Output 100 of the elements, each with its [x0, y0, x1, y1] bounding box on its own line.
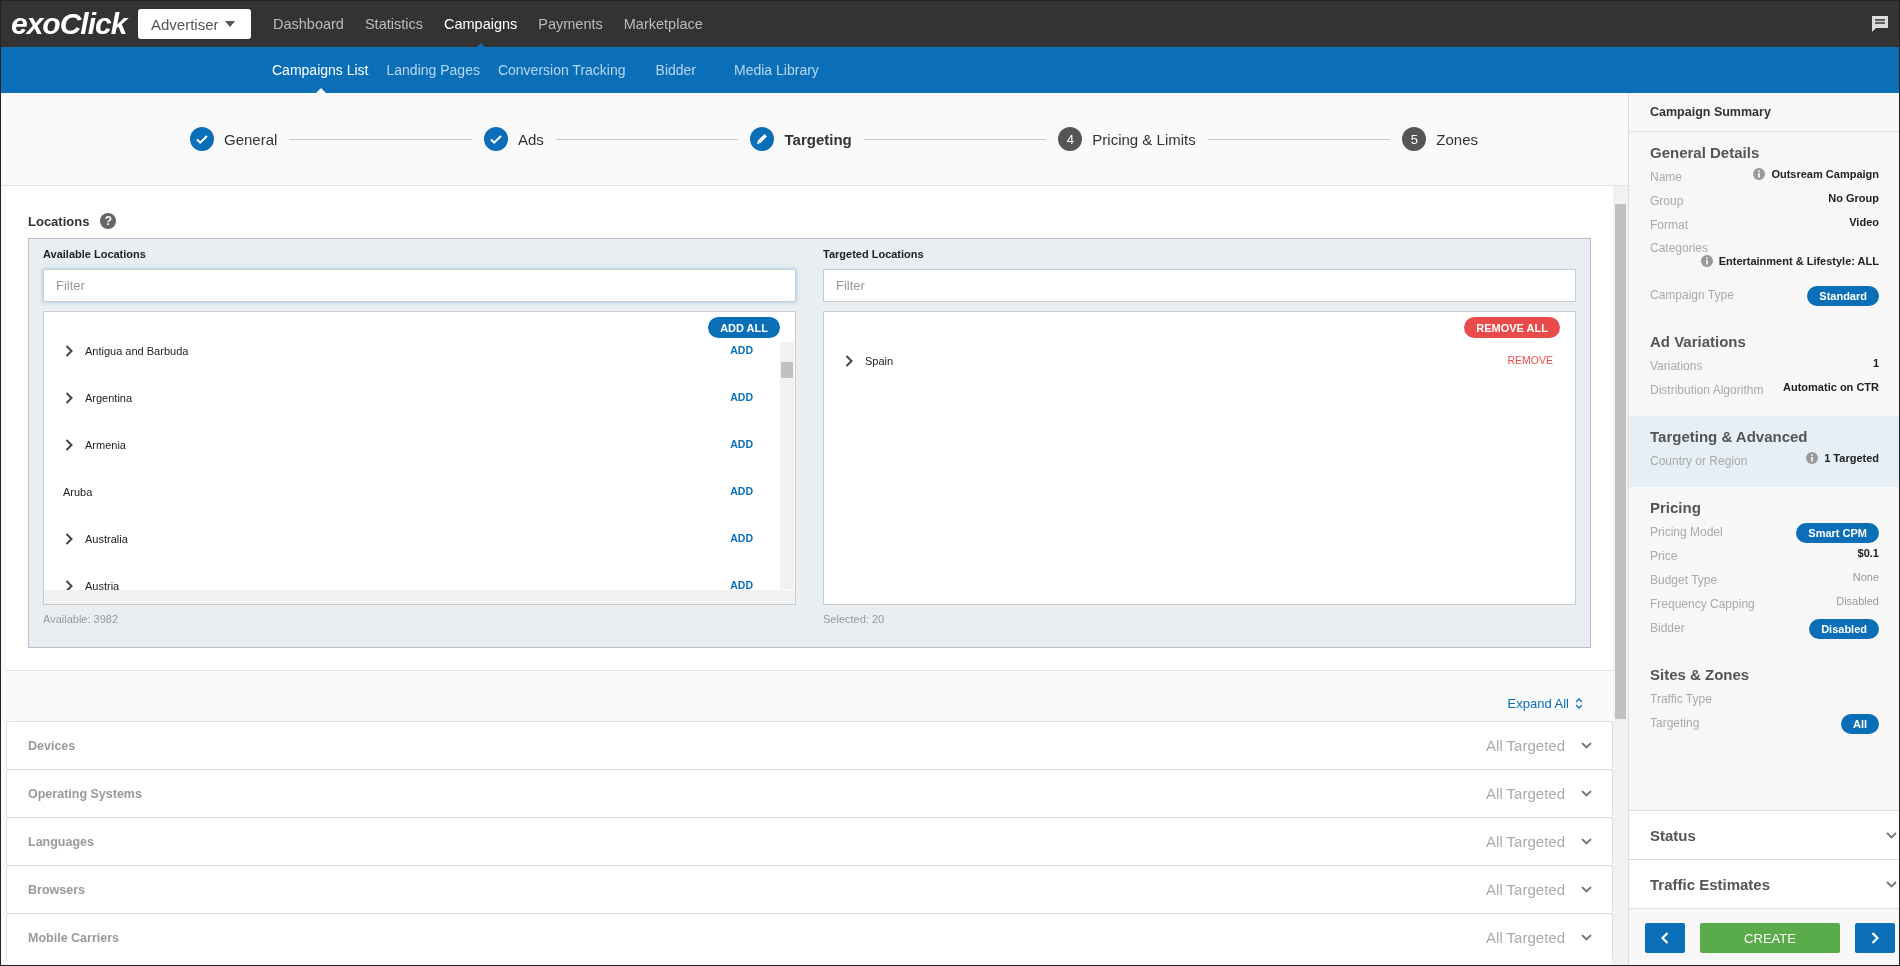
sub-nav-link[interactable]: Campaigns List [272, 62, 369, 78]
chat-icon[interactable] [1871, 15, 1889, 33]
summary-value: Disabled [1836, 595, 1879, 607]
section-title: Locations [28, 213, 90, 229]
next-button[interactable] [1855, 923, 1895, 953]
targeting-accordion[interactable]: Devices All Targeted [6, 721, 1613, 769]
account-type-dropdown[interactable]: Advertiser [138, 9, 251, 39]
row-action-link[interactable]: ADD [730, 485, 753, 497]
chevron-right-icon[interactable] [65, 345, 73, 357]
chevron-right-icon[interactable] [845, 355, 853, 367]
summary-label: Budget Type [1650, 572, 1718, 587]
summary-section-title: Targeting & Advanced [1650, 428, 1809, 445]
main-nav-link[interactable]: Marketplace [623, 16, 703, 32]
chevron-right-icon[interactable] [65, 439, 73, 451]
summary-value: Outsream Campaign [1771, 168, 1879, 180]
bulk-action-button[interactable]: REMOVE ALL [1464, 317, 1560, 338]
summary-value: No Group [1828, 192, 1879, 204]
list-title: Available Locations [43, 248, 147, 260]
summary-label: Format [1650, 217, 1688, 232]
step-label[interactable]: Pricing & Limits [1092, 130, 1196, 148]
chevron-left-icon [1661, 932, 1669, 944]
chevron-right-icon[interactable] [65, 392, 73, 404]
step-number: 5 [1402, 127, 1427, 151]
sub-nav-link[interactable]: Media Library [734, 62, 819, 78]
chevron-down-icon [1581, 886, 1592, 893]
page-scrollbar[interactable] [1613, 186, 1628, 965]
location-name: Argentina [85, 392, 133, 404]
targeting-accordion[interactable]: Languages All Targeted [6, 817, 1613, 865]
row-action-link[interactable]: ADD [730, 344, 753, 356]
step-label[interactable]: Targeting [784, 130, 852, 148]
chevron-down-icon [1886, 831, 1897, 839]
filter-field[interactable]: Filter [43, 269, 796, 302]
location-name: Aruba [63, 486, 93, 498]
location-name: Austria [85, 580, 120, 592]
targeting-accordion[interactable]: Operating Systems All Targeted [6, 769, 1613, 817]
summary-label: Traffic Type [1650, 691, 1712, 706]
summary-value: Video [1849, 216, 1879, 228]
filter-field[interactable]: Filter [823, 269, 1576, 302]
row-action-link[interactable]: ADD [730, 391, 753, 403]
expand-all-link[interactable]: Expand All [1507, 696, 1583, 711]
chevron-down-icon [1581, 934, 1592, 941]
summary-value: 1 [1872, 357, 1879, 369]
horizontal-scrollbar[interactable] [44, 590, 795, 604]
info-icon[interactable] [1753, 168, 1766, 180]
sub-nav-link[interactable]: Landing Pages [386, 62, 480, 78]
sub-nav-link[interactable]: Conversion Tracking [497, 62, 626, 78]
collapsible-panel[interactable]: Status [1629, 810, 1899, 859]
summary-label: Price [1650, 548, 1678, 563]
list-title: Targeted Locations [823, 248, 925, 260]
chevron-down-icon [1581, 790, 1592, 797]
create-button[interactable]: CREATE [1700, 923, 1840, 953]
location-name: Australia [85, 533, 128, 545]
main-nav-link[interactable]: Payments [538, 16, 603, 32]
summary-label: Frequency Capping [1650, 596, 1755, 611]
summary-value: $0.1 [1857, 547, 1879, 559]
row-action-link[interactable]: ADD [730, 579, 753, 591]
summary-label: Bidder [1650, 620, 1685, 635]
step-number: 4 [1058, 127, 1083, 151]
chevron-down-icon [1581, 838, 1592, 845]
previous-button[interactable] [1645, 923, 1685, 953]
targeting-accordion[interactable]: Browsers All Targeted [6, 865, 1613, 913]
status-badge: Standard [1807, 286, 1879, 306]
step-label[interactable]: General [224, 130, 278, 148]
status-badge: Disabled [1809, 619, 1879, 639]
chevron-right-icon[interactable] [65, 533, 73, 545]
summary-section-title: Ad Variations [1650, 333, 1747, 350]
collapsible-panel[interactable]: Traffic Estimates [1629, 859, 1899, 908]
summary-label: Group [1650, 193, 1684, 208]
location-name: Armenia [85, 439, 126, 451]
status-badge: All [1840, 714, 1879, 734]
info-icon[interactable] [1700, 255, 1713, 267]
main-nav-link[interactable]: Statistics [364, 16, 423, 32]
main-nav-link[interactable]: Campaigns [443, 16, 518, 32]
summary-label: Campaign Type [1650, 287, 1734, 302]
vertical-scrollbar[interactable] [780, 342, 794, 589]
row-action-link[interactable]: ADD [730, 438, 753, 450]
chevron-down-icon [1886, 880, 1897, 888]
info-icon[interactable] [1806, 452, 1819, 464]
logo[interactable]: exoClick [11, 7, 131, 41]
count-text: Selected: 20 [823, 613, 886, 625]
summary-label: Pricing Model [1650, 524, 1723, 539]
location-name: Antigua and Barbuda [85, 345, 189, 357]
summary-label: Name [1650, 169, 1682, 184]
main-nav-link[interactable]: Dashboard [273, 16, 344, 32]
count-text: Available: 3982 [43, 613, 120, 625]
row-action-link[interactable]: REMOVE [1507, 354, 1553, 366]
panel-title: Campaign Summary [1650, 105, 1771, 119]
expand-collapse-icon [1575, 698, 1583, 709]
targeting-accordion[interactable]: Mobile Carriers All Targeted [6, 913, 1613, 961]
bulk-action-button[interactable]: ADD ALL [708, 317, 780, 338]
step-label[interactable]: Ads [518, 130, 544, 148]
step-label[interactable]: Zones [1436, 130, 1479, 148]
help-icon[interactable]: ? [100, 213, 117, 229]
summary-label: Categories [1650, 240, 1710, 255]
summary-label: Variations [1650, 358, 1703, 373]
summary-value: Entertainment & Lifestyle: ALL [1718, 255, 1879, 267]
summary-value: Automatic on CTR [1783, 381, 1879, 393]
sub-nav-link[interactable]: Bidder [655, 62, 696, 78]
status-badge: Smart CPM [1796, 523, 1879, 543]
row-action-link[interactable]: ADD [730, 532, 753, 544]
